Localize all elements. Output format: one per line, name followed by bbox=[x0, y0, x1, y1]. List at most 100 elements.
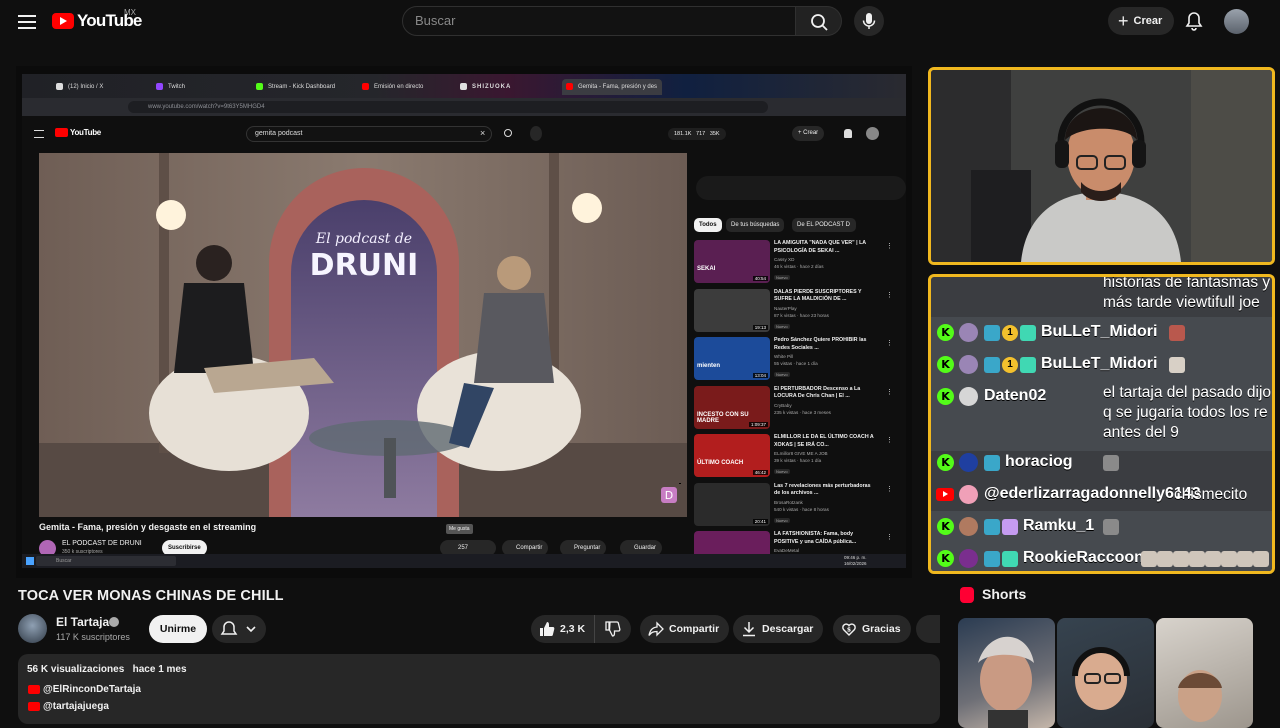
chat-username: BuLLeT_Midori bbox=[1041, 355, 1158, 372]
inner-rec-views: 55 vistas · hace 1 día bbox=[774, 361, 818, 366]
browser-address-bar: www.youtube.com/watch?v=9t63Y5MHGD4 bbox=[22, 98, 906, 116]
emote-icon bbox=[1157, 551, 1173, 567]
inner-rec-more-icon: ⋮ bbox=[886, 340, 893, 347]
like-button[interactable]: 2,3 K bbox=[531, 615, 593, 643]
browser-tab: (12) Inicio / X bbox=[52, 79, 132, 95]
short-thumbnail[interactable] bbox=[1156, 618, 1253, 728]
inner-account-avatar bbox=[866, 127, 879, 140]
inner-youtube-play-icon bbox=[55, 128, 68, 137]
taskbar-date: 16/02/2026 bbox=[844, 561, 867, 566]
notifications-button[interactable] bbox=[1184, 10, 1204, 32]
emote-icon bbox=[1253, 551, 1269, 567]
inner-rec-thumbnail: mienten 13:04 bbox=[694, 337, 770, 380]
youtube-icon bbox=[936, 488, 954, 501]
bell-icon bbox=[220, 621, 256, 635]
inner-rec-more-icon: ⋮ bbox=[886, 291, 893, 299]
video-player[interactable]: (12) Inicio / X Twitch Stream - Kick Das… bbox=[16, 66, 912, 578]
inner-rec-badge: Nuevo bbox=[774, 469, 790, 474]
search-input[interactable]: Buscar bbox=[402, 6, 796, 36]
description-channel-link[interactable]: @ElRinconDeTartaja bbox=[28, 684, 141, 695]
like-dislike-group: 2,3 K bbox=[531, 615, 631, 643]
inner-chip-searches: De tus búsquedas bbox=[726, 218, 785, 232]
inner-rec-more-icon: ⋮ bbox=[886, 437, 893, 444]
inner-rec-meta: Cassy XD 46 k vistas · hace 2 días bbox=[774, 256, 824, 270]
kick-icon: K bbox=[937, 454, 954, 471]
subscriber-badge-icon bbox=[984, 551, 1000, 567]
inner-rec-views: 540 k vistas · hace 8 horas bbox=[774, 506, 829, 512]
download-label: Descargar bbox=[762, 623, 814, 635]
youtube-logo[interactable]: YouTube MX bbox=[52, 8, 142, 30]
share-button[interactable]: Compartir bbox=[640, 615, 730, 643]
gift-count-badge: 1 bbox=[1002, 357, 1018, 373]
inner-stat-subs: 35K bbox=[709, 131, 720, 137]
inner-rec-more-icon: ⋮ bbox=[886, 243, 893, 250]
channel-watermark: D bbox=[665, 489, 673, 502]
gift-count-badge: 1 bbox=[1002, 325, 1018, 341]
upload-date: hace 1 mes bbox=[132, 664, 187, 675]
menu-icon[interactable] bbox=[16, 11, 38, 31]
subscription-notifications-button[interactable] bbox=[212, 615, 266, 643]
user-avatar bbox=[959, 453, 978, 472]
inner-rec-meta: BrosaRotzank 540 k vistas · hace 8 horas bbox=[774, 499, 829, 513]
emote-icon bbox=[1103, 519, 1119, 535]
inner-clear-icon: × bbox=[480, 128, 486, 138]
inner-rec-meta: ELmillor8 GIVE ME A JOB 39 k vistas · hac… bbox=[774, 450, 828, 464]
chat-message: K 1 BuLLeT_Midori bbox=[931, 317, 1272, 349]
description-channel-link[interactable]: @tartajajuega bbox=[28, 701, 109, 712]
description-box[interactable]: 56 K visualizaciones hace 1 mes @ElRinco… bbox=[18, 654, 940, 724]
short-thumbnail[interactable] bbox=[958, 618, 1055, 728]
dislike-button[interactable] bbox=[594, 615, 631, 643]
chat-text: q se jugaria todos los re bbox=[1103, 404, 1268, 421]
inner-rec-title: ELMILLOR LE DA EL ÚLTIMO COACH A XOKAS |… bbox=[774, 434, 874, 448]
inner-recommendation: INCESTO CON SU MADRE 1:09:37 El PERTURBADO… bbox=[694, 385, 894, 432]
short-thumbnail[interactable] bbox=[1057, 618, 1154, 728]
chat-message: K RookieRaccoon bbox=[931, 543, 1272, 571]
thanks-heart-icon: $ bbox=[842, 623, 856, 636]
inner-rec-channel: BrosaRotzank bbox=[774, 499, 803, 505]
inner-rec-title: LA FATSHIONISTA: Fama, body POSITIVE y u… bbox=[774, 531, 857, 545]
svg-text:$: $ bbox=[847, 627, 851, 634]
inner-rec-duration: 20:41 bbox=[752, 518, 768, 524]
neon-sign-big: DRUNI bbox=[310, 248, 419, 283]
user-avatar bbox=[959, 517, 978, 536]
browser-tab: Emisión en directo bbox=[358, 79, 438, 95]
short-thumbnail-image bbox=[1072, 647, 1130, 710]
subscriber-badge-icon bbox=[984, 455, 1000, 471]
channel-name[interactable]: El Tartaja bbox=[56, 615, 109, 629]
download-button[interactable]: Descargar bbox=[733, 615, 824, 643]
user-avatar bbox=[959, 355, 978, 374]
windows-taskbar: Buscar 09:46 p. m. 16/02/2026 bbox=[22, 554, 906, 568]
inner-rec-views: 46 k vistas · hace 2 días bbox=[774, 264, 824, 269]
chat-message: K Ramku_1 bbox=[931, 511, 1272, 543]
channel-avatar[interactable] bbox=[18, 614, 47, 643]
thanks-button[interactable]: $ Gracias bbox=[833, 615, 911, 643]
browser-tab: SHIZUOKA bbox=[456, 79, 556, 95]
emote-icon bbox=[1103, 455, 1119, 471]
inner-bell-icon bbox=[844, 129, 852, 138]
share-label: Compartir bbox=[669, 623, 720, 635]
like-count: 2,3 K bbox=[560, 623, 586, 635]
more-actions-button[interactable] bbox=[916, 615, 940, 643]
inner-rec-thumb-text: ÚLTIMO COACH bbox=[697, 460, 744, 466]
search-button[interactable] bbox=[796, 6, 842, 36]
inner-menu-icon bbox=[34, 130, 44, 138]
mic-icon bbox=[862, 13, 876, 29]
podcast-scene: El podcast de DRUNI D bbox=[39, 153, 687, 517]
taskbar-search: Buscar bbox=[36, 556, 176, 566]
streamer-webcam-image bbox=[931, 70, 1272, 262]
chat-message: K horaciog bbox=[931, 447, 1272, 479]
emote-icon bbox=[1221, 551, 1237, 567]
webcam-overlay bbox=[928, 67, 1275, 265]
user-avatar bbox=[959, 387, 978, 406]
stream-chat-overlay: historias de fantasmas y más tarde viewt… bbox=[928, 274, 1275, 574]
emote-icon bbox=[1169, 357, 1185, 373]
create-button[interactable]: + Crear bbox=[1108, 7, 1174, 35]
user-avatar bbox=[959, 549, 978, 568]
join-button[interactable]: Unirme bbox=[149, 615, 207, 643]
voice-search-button[interactable] bbox=[854, 6, 884, 36]
download-icon bbox=[743, 622, 755, 637]
view-count: 56 K visualizaciones bbox=[27, 664, 125, 675]
account-avatar[interactable] bbox=[1224, 9, 1249, 34]
chat-message: K 1 BuLLeT_Midori bbox=[931, 349, 1272, 381]
inner-search-field: gemita podcast bbox=[246, 126, 492, 142]
